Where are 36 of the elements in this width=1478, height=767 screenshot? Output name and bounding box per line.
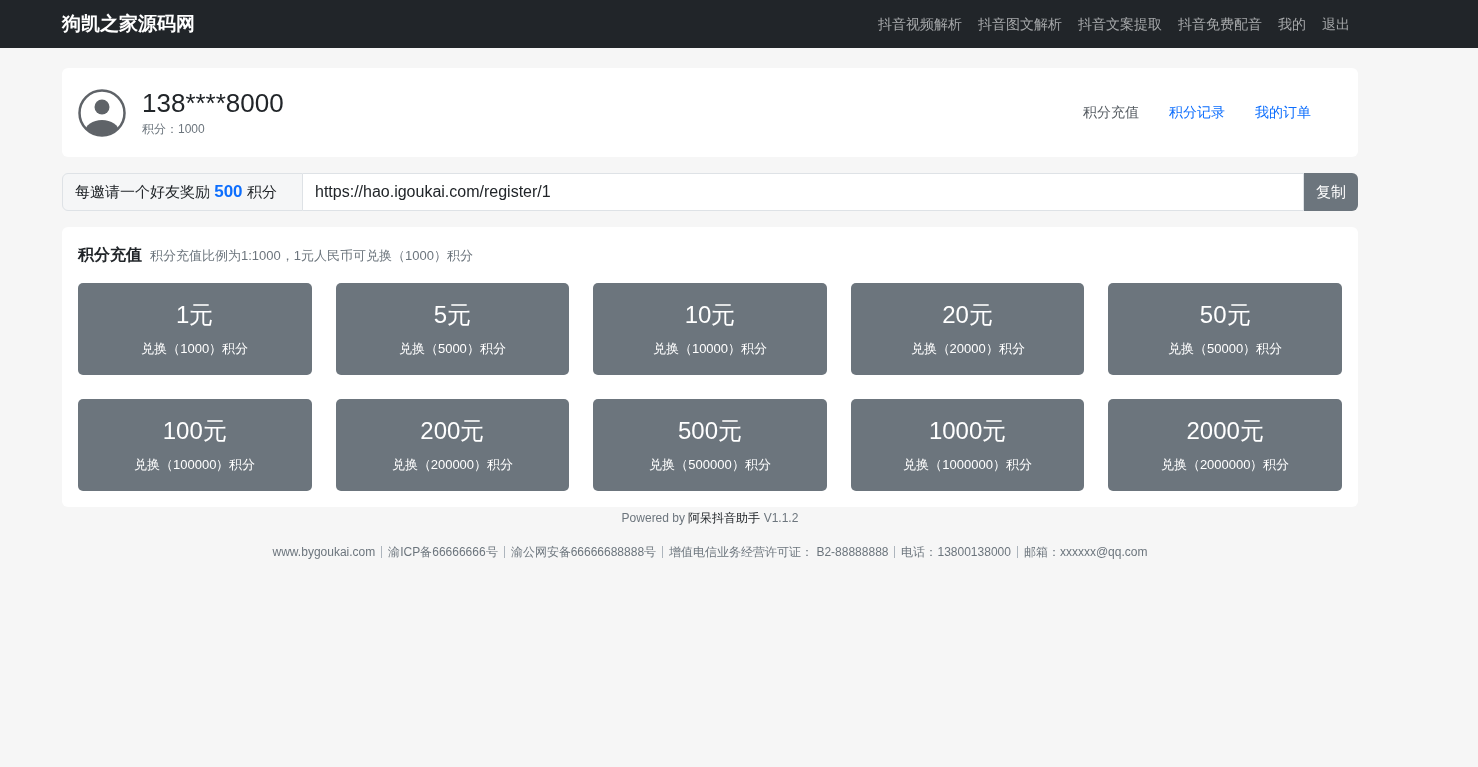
recharge-option-button[interactable]: 1元 兑换（1000）积分	[78, 283, 312, 375]
site-brand-link[interactable]: 狗凯之家源码网	[62, 9, 195, 39]
footer-info-text: 增值电信业务经营许可证： B2-88888888	[669, 544, 889, 561]
footer-info-text: www.bygoukai.com	[272, 544, 376, 561]
recharge-option-button[interactable]: 2000元 兑换（2000000）积分	[1108, 399, 1342, 491]
recharge-option-button[interactable]: 200元 兑换（200000）积分	[335, 399, 570, 491]
user-avatar-icon	[78, 88, 126, 137]
footer-info-text: 渝公网安备66666688888号	[510, 544, 657, 561]
invite-reward-text: 每邀请一个好友奖励 500 积分	[62, 173, 303, 211]
copy-button[interactable]: 复制	[1304, 173, 1358, 211]
nav-link[interactable]: 抖音文案提取	[1070, 13, 1170, 35]
recharge-option-button[interactable]: 1000元 兑换（1000000）积分	[850, 399, 1085, 491]
recharge-option-button[interactable]: 100元 兑换（100000）积分	[78, 399, 312, 491]
profile-nav-link[interactable]: 我的订单	[1240, 94, 1326, 131]
powered-by-text: Powered by 阿呆抖音助手 V1.1.2	[620, 510, 800, 527]
footer-info-text: 渝ICP备66666666号	[388, 544, 498, 561]
invite-link-field[interactable]: https://hao.igoukai.com/register/1	[303, 173, 1304, 211]
points-text: 积分：1000	[142, 121, 206, 138]
profile-nav-link[interactable]: 积分充值	[1068, 94, 1154, 131]
recharge-option-button[interactable]: 500元 兑换（500000）积分	[593, 399, 827, 491]
username-text: 138****8000	[142, 87, 284, 119]
recharge-option-button[interactable]: 50元 兑换（50000）积分	[1108, 283, 1342, 375]
recharge-option-button[interactable]: 10元 兑换（10000）积分	[593, 283, 827, 375]
nav-link[interactable]: 退出	[1314, 13, 1358, 35]
nav-link[interactable]: 抖音免费配音	[1170, 13, 1270, 35]
recharge-title: 积分充值	[78, 245, 142, 265]
footer-info-text: 电话：13800138000	[901, 544, 1011, 561]
nav-link[interactable]: 抖音视频解析	[870, 13, 970, 35]
footer-info-text: 邮箱：xxxxxx@qq.com	[1023, 544, 1148, 561]
recharge-subtitle: 积分充值比例为1:1000，1元人民币可兑换（1000）积分	[150, 247, 473, 265]
powered-by-link[interactable]: 阿呆抖音助手	[688, 511, 761, 525]
nav-link[interactable]: 我的	[1270, 13, 1314, 35]
profile-nav-link[interactable]: 积分记录	[1154, 94, 1240, 131]
nav-link[interactable]: 抖音图文解析	[970, 13, 1070, 35]
recharge-option-button[interactable]: 20元 兑换（20000）积分	[850, 283, 1085, 375]
recharge-option-button[interactable]: 5元 兑换（5000）积分	[335, 283, 570, 375]
